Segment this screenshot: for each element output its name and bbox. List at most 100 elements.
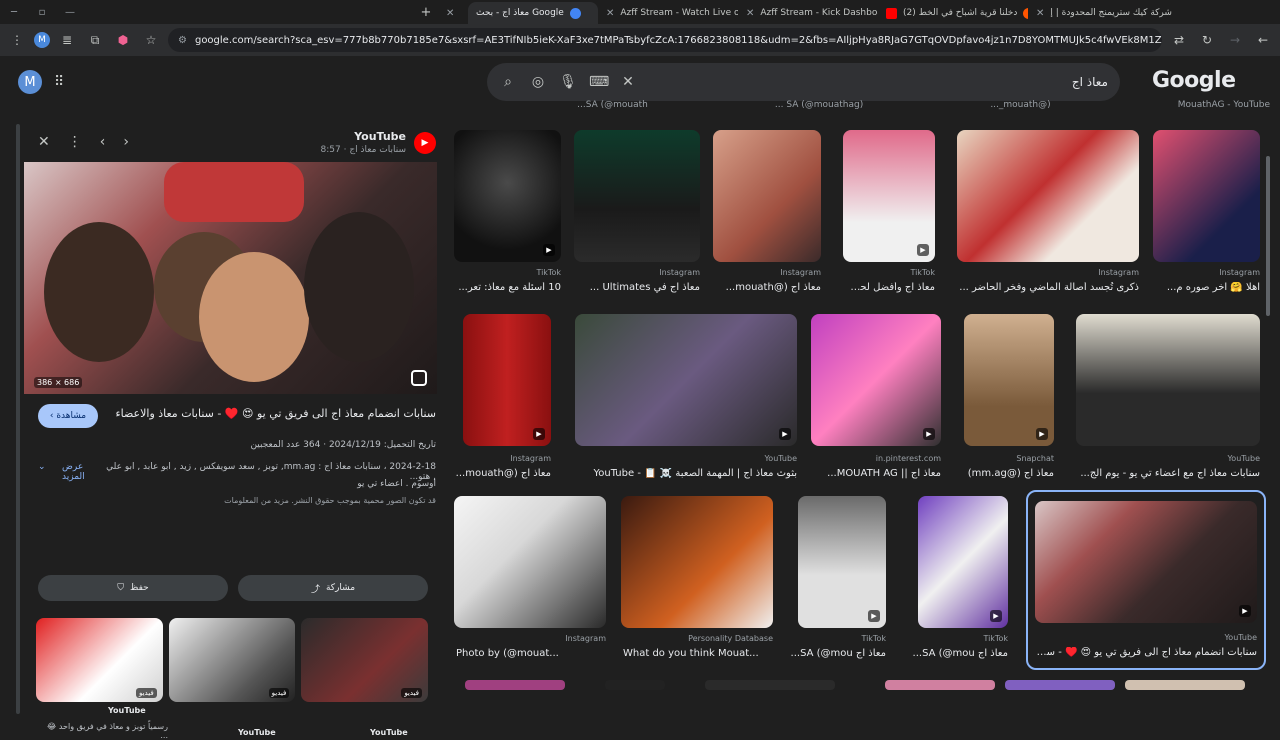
result-caption[interactable]: معاذ اج SA (@mou... — [910, 648, 1008, 659]
previous-icon[interactable]: ‹ — [100, 134, 106, 150]
result-caption[interactable]: اهلا 🤗 اخر صوره م... — [1153, 282, 1260, 293]
result-caption[interactable]: معاذ اج || MOUATH AG... — [811, 468, 941, 479]
result-image[interactable] — [621, 496, 773, 628]
result-image[interactable] — [1076, 314, 1260, 446]
tab-azff-live[interactable]: ✕ Azff Stream - Watch Live on Ki — [598, 2, 738, 24]
result-image[interactable] — [1005, 680, 1115, 690]
caption[interactable]: SA (@mouathag) ... — [775, 100, 863, 114]
result-image[interactable] — [575, 314, 797, 446]
result-image[interactable] — [957, 130, 1139, 262]
preview-image[interactable]: 386 × 686 — [24, 162, 437, 394]
result-source: in.pinterest.com — [876, 454, 941, 463]
result-image[interactable] — [918, 496, 1008, 628]
search-icon[interactable]: ⌕ — [499, 74, 517, 90]
tab-kick-company[interactable]: ✕ شركة كيك ستريمنج المحدودة | إ — [1028, 2, 1178, 24]
keyboard-icon[interactable]: ⌨ — [589, 74, 607, 90]
account-avatar[interactable]: M — [18, 70, 42, 94]
image-shape — [304, 212, 414, 362]
close-icon[interactable]: ✕ — [446, 8, 454, 19]
result-image[interactable] — [465, 680, 565, 690]
result-caption[interactable]: بثوث معاذ اج | المهمة الصعبة ☠️ 📋 - YouT… — [575, 468, 797, 479]
result-image[interactable] — [1153, 130, 1260, 262]
menu-dots-icon[interactable]: ⋮ — [6, 29, 28, 51]
result-caption[interactable]: معاذ اج وأفضل لحظات... — [843, 282, 935, 293]
related-thumb[interactable]: فيديو — [169, 618, 296, 702]
tab-close-icon[interactable]: ✕ — [438, 2, 468, 24]
address-bar[interactable]: ⚙ google.com/search?sca_esv=777b8b770b71… — [168, 28, 1162, 52]
result-caption[interactable]: معاذ اج SA (@mou... — [788, 648, 886, 659]
result-caption[interactable]: معاذ اج (@mm.ag) — [954, 468, 1054, 479]
minimize-icon[interactable]: — — [56, 0, 84, 24]
close-icon[interactable]: ✕ — [1036, 8, 1044, 19]
profile-icon[interactable]: M — [34, 32, 50, 48]
share-button[interactable]: ⤴مشاركة — [238, 575, 428, 601]
result-image[interactable] — [843, 130, 935, 262]
apps-grid-icon[interactable]: ⠿ — [54, 74, 64, 90]
result-image[interactable] — [1035, 501, 1257, 623]
youtube-logo-icon[interactable]: ▶ — [414, 132, 436, 154]
source-name[interactable]: YouTube — [354, 130, 406, 143]
next-icon[interactable]: › — [123, 134, 129, 150]
result-image[interactable] — [798, 496, 886, 628]
forward-icon[interactable]: → — [1224, 29, 1246, 51]
result-caption[interactable]: معاذ اج في Ultimates ... — [574, 282, 700, 293]
result-caption[interactable]: ذكرى تُجسد أصالة الماضي وفخر الحاضر ... — [957, 282, 1139, 293]
close-icon[interactable]: ✕ — [746, 8, 754, 19]
tune-icon[interactable]: ≣ — [56, 29, 78, 51]
tab-search-icon[interactable]: ▫ — [28, 0, 56, 24]
result-caption[interactable]: What do you think Mouat... — [623, 648, 775, 659]
window-menu-icon[interactable]: ─ — [0, 0, 28, 24]
caption[interactable]: (@mouath_... — [990, 100, 1050, 114]
tab-azff-dashboard[interactable]: ✕ Azff Stream - Kick Dashboard — [738, 2, 878, 24]
new-tab-button[interactable]: + — [414, 0, 438, 24]
result-image[interactable] — [885, 680, 995, 690]
lens-search-icon[interactable] — [411, 370, 427, 386]
result-image[interactable] — [454, 130, 561, 262]
clear-icon[interactable]: ✕ — [619, 74, 637, 90]
extensions-icon[interactable]: ⧉ — [84, 29, 106, 51]
related-thumb[interactable]: فيديو — [36, 618, 163, 702]
result-caption[interactable]: 10 أسئلة مع معاذ: تعر... — [454, 282, 561, 293]
tab-google-search[interactable]: معاذ اج - بحث Google — [468, 2, 598, 24]
image-title[interactable]: سنابات انضمام معاذ اج الى فريق تي يو 😍 ♥… — [106, 407, 436, 420]
thumb-caption: رسمياً توبز و معاذ في فريق واحد 😂 ... — [38, 722, 168, 740]
caption[interactable]: MouathAG - YouTube — [1178, 100, 1270, 114]
site-info-icon[interactable]: ⚙ — [178, 35, 187, 46]
result-caption[interactable]: Photo by (@mouat... — [456, 648, 608, 659]
play-icon: ▶ — [868, 610, 880, 622]
result-image[interactable] — [811, 314, 941, 446]
result-image[interactable] — [605, 680, 665, 690]
result-caption[interactable]: سنابات معاذ اج مع اعضاء تي يو - يوم الج.… — [1076, 468, 1260, 479]
result-image[interactable] — [713, 130, 821, 262]
shield-icon[interactable]: ⬢ — [112, 29, 134, 51]
reload-icon[interactable]: ↻ — [1196, 29, 1218, 51]
result-image[interactable] — [964, 314, 1054, 446]
bookmark-star-icon[interactable]: ☆ — [140, 29, 162, 51]
result-caption[interactable]: سنابات انضمام معاذ اج الى فريق تي يو 😍 ♥… — [1035, 647, 1257, 658]
google-logo[interactable]: Google — [1152, 68, 1236, 93]
result-image[interactable] — [574, 130, 700, 262]
more-options-icon[interactable]: ⋮ — [68, 134, 82, 150]
result-image[interactable] — [454, 496, 606, 628]
close-icon[interactable]: ✕ — [606, 8, 614, 19]
page-scrollbar[interactable] — [1266, 156, 1270, 316]
save-button[interactable]: ⛉حفظ — [38, 575, 228, 601]
result-image[interactable] — [463, 314, 551, 446]
back-icon[interactable]: ← — [1252, 29, 1274, 51]
panel-scrollbar[interactable] — [16, 124, 20, 714]
lens-icon[interactable]: ◎ — [529, 74, 547, 90]
microphone-icon[interactable]: 🎙 — [559, 74, 577, 90]
translate-icon[interactable]: ⇄ — [1168, 29, 1190, 51]
result-image[interactable] — [705, 680, 835, 690]
related-thumb[interactable]: فيديو — [301, 618, 428, 702]
close-icon[interactable]: ✕ — [38, 134, 50, 150]
visit-button[interactable]: ‹ مشاهدة — [38, 404, 98, 428]
expand-chevron-icon[interactable]: ⌄ — [38, 462, 46, 472]
result-caption[interactable]: معاذ اج (@mouath... — [713, 282, 821, 293]
caption[interactable]: SA (@mouath... — [577, 100, 648, 114]
search-input[interactable]: معاذ اج — [649, 75, 1108, 89]
tab-youtube-video[interactable]: (2) دخلنا قرية اشباح في الخط — [878, 2, 1028, 24]
result-image[interactable] — [1125, 680, 1245, 690]
show-more-link[interactable]: عرض المزيد — [62, 462, 90, 482]
result-caption[interactable]: معاذ اج (@mouath... — [451, 468, 551, 479]
